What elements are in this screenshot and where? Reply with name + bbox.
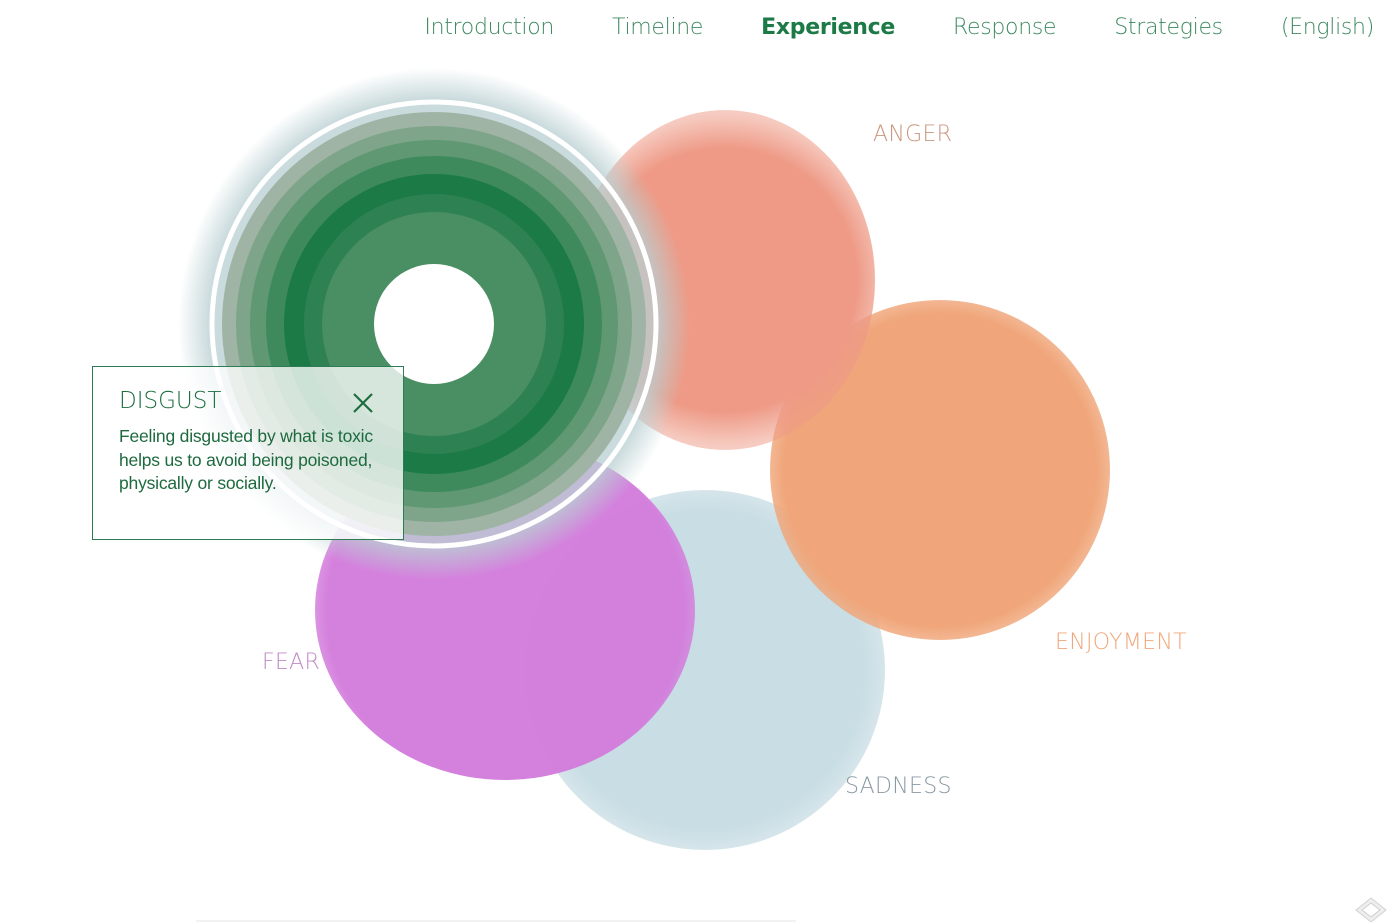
nav-introduction[interactable]: Introduction [424,10,554,46]
label-enjoyment[interactable]: ENJOYMENT [1055,630,1187,655]
bottom-divider [196,920,796,922]
nav-strategies[interactable]: Strategies [1114,10,1223,46]
label-anger[interactable]: ANGER [873,122,952,147]
nav-language-english[interactable]: (English) [1281,10,1374,46]
label-fear[interactable]: FEAR [262,650,320,675]
experience-page: Introduction Timeline Experience Respons… [0,0,1400,924]
nav-experience[interactable]: Experience [761,10,895,46]
feedback-widget-icon[interactable] [1354,896,1388,923]
nav-response[interactable]: Response [953,10,1057,46]
card-description: Feeling disgusted by what is toxic helps… [119,426,373,493]
top-navigation: Introduction Timeline Experience Respons… [366,10,1374,46]
nav-timeline[interactable]: Timeline [612,10,703,46]
close-icon[interactable] [351,391,375,415]
card-title: DISGUST [119,388,222,414]
label-sadness[interactable]: SADNESS [845,774,952,799]
emotion-info-card: DISGUST Feeling disgusted by what is tox… [92,366,404,540]
